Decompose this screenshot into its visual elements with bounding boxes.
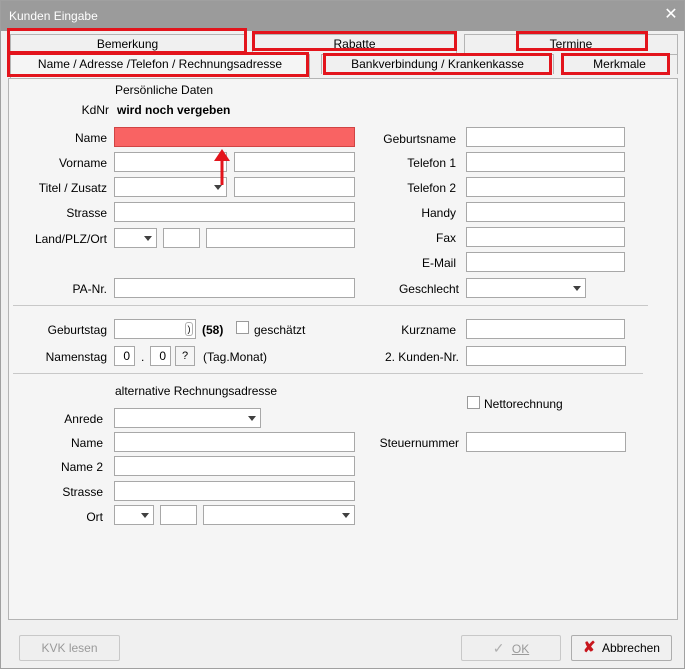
steuernummer-label: Steuernummer — [379, 436, 459, 450]
window-title: Kunden Eingabe — [9, 9, 98, 23]
geschaetzt-label: geschätzt — [254, 323, 306, 337]
nettorechnung-label: Nettorechnung — [484, 397, 563, 411]
strasse-input[interactable] — [114, 202, 355, 222]
chevron-down-icon — [144, 236, 152, 241]
kurzname-input[interactable] — [466, 319, 625, 339]
abbrechen-label: Abbrechen — [601, 641, 660, 655]
alt-strasse-input[interactable] — [114, 481, 355, 501]
chevron-down-icon — [342, 513, 350, 518]
anrede-label: Anrede — [64, 412, 103, 426]
kunden-nr2-input[interactable] — [466, 346, 626, 366]
kvk-lesen-button[interactable]: KVK lesen — [19, 635, 120, 661]
section-title-personal: Persönliche Daten — [115, 83, 214, 97]
geschlecht-label: Geschlecht — [398, 282, 459, 296]
chevron-down-icon — [141, 513, 149, 518]
alt-ort-label: Ort — [86, 510, 103, 524]
ort-input[interactable] — [206, 228, 355, 248]
telefon2-label: Telefon 2 — [407, 181, 456, 195]
fax-input[interactable] — [466, 227, 625, 247]
chevron-down-icon — [248, 416, 256, 421]
namenstag-help-button[interactable]: ? — [175, 346, 195, 366]
alt-name-label: Name — [70, 436, 103, 450]
chevron-down-icon — [573, 286, 581, 291]
tag-monat-hint: (Tag.Monat) — [203, 350, 268, 364]
email-label: E-Mail — [421, 256, 456, 270]
alt-strasse-label: Strasse — [62, 485, 103, 499]
namenstag-separator: . — [141, 350, 145, 364]
steuernummer-input[interactable] — [466, 432, 626, 452]
anrede-select[interactable] — [114, 408, 261, 428]
section-title-alt-address: alternative Rechnungsadresse — [115, 384, 278, 398]
pa-nr-label: PA-Nr. — [72, 282, 107, 296]
plz-input[interactable] — [163, 228, 200, 248]
geburtstag-input[interactable]: ) — [114, 319, 196, 339]
annotation-arrow-icon — [214, 149, 230, 185]
alt-plz-input[interactable] — [160, 505, 197, 525]
ok-button[interactable]: ✓ OK — [461, 635, 561, 661]
vorname-label: Vorname — [58, 156, 107, 170]
geburtsname-input[interactable] — [466, 127, 625, 147]
tab-bemerkung[interactable]: Bemerkung — [10, 34, 245, 54]
alt-ort-select[interactable] — [203, 505, 355, 525]
geschlecht-select[interactable] — [466, 278, 586, 298]
ok-label: OK — [511, 642, 530, 656]
customer-entry-dialog: Kunden Eingabe ✕ Bemerkung Rabatte Termi… — [0, 0, 685, 669]
divider — [13, 305, 648, 306]
tab-termine[interactable]: Termine — [464, 34, 678, 54]
title-bar: Kunden Eingabe ✕ — [1, 1, 684, 31]
handy-input[interactable] — [466, 202, 625, 222]
email-input[interactable] — [466, 252, 625, 272]
pa-nr-input[interactable] — [114, 278, 355, 298]
tab-bankverbindung[interactable]: Bankverbindung / Krankenkasse — [321, 54, 554, 74]
namenstag-day-input[interactable]: 0 — [114, 346, 135, 366]
check-icon: ✓ — [492, 640, 505, 656]
telefon2-input[interactable] — [466, 177, 625, 197]
land-plz-ort-label: Land/PLZ/Ort — [34, 232, 107, 246]
age-value: (58) — [202, 323, 224, 337]
vorname-extra-input[interactable] — [234, 152, 355, 172]
abbrechen-button[interactable]: ✘ Abbrechen — [571, 635, 672, 661]
handy-label: Handy — [421, 206, 456, 220]
tab-name-adresse[interactable]: Name / Adresse /Telefon / Rechnungsadres… — [10, 54, 310, 78]
nettorechnung-checkbox[interactable] — [467, 396, 480, 409]
geburtsname-label: Geburtsname — [383, 132, 456, 146]
alt-name2-input[interactable] — [114, 456, 355, 476]
titel-label: Titel / Zusatz — [38, 181, 107, 195]
land-select[interactable] — [114, 228, 157, 248]
telefon1-label: Telefon 1 — [407, 156, 456, 170]
tab-merkmale[interactable]: Merkmale — [561, 54, 678, 74]
name-label: Name — [74, 131, 107, 145]
fax-label: Fax — [435, 231, 456, 245]
name-input[interactable] — [114, 127, 355, 147]
geschaetzt-checkbox[interactable] — [236, 321, 249, 334]
close-icon[interactable]: ✕ — [663, 6, 679, 24]
cancel-x-icon: ✘ — [583, 639, 596, 656]
strasse-label: Strasse — [66, 206, 107, 220]
namenstag-month-input[interactable]: 0 — [150, 346, 171, 366]
date-picker-icon[interactable]: ) — [185, 322, 193, 336]
namenstag-label: Namenstag — [45, 350, 107, 364]
divider — [13, 373, 643, 374]
zusatz-input[interactable] — [234, 177, 355, 197]
tab-rabatte[interactable]: Rabatte — [252, 34, 457, 54]
kdnr-value: wird noch vergeben — [117, 103, 231, 117]
alt-name-input[interactable] — [114, 432, 355, 452]
alt-name2-label: Name 2 — [60, 460, 103, 474]
alt-land-select[interactable] — [114, 505, 154, 525]
kurzname-label: Kurzname — [401, 323, 456, 337]
kdnr-label: KdNr — [81, 103, 109, 117]
kunden-nr2-label: 2. Kunden-Nr. — [384, 350, 459, 364]
telefon1-input[interactable] — [466, 152, 625, 172]
geburtstag-label: Geburtstag — [47, 323, 107, 337]
